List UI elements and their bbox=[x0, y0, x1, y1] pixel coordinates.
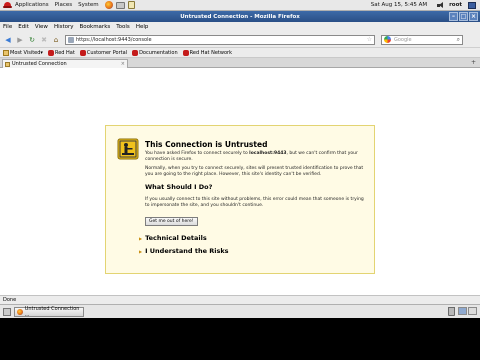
police-warning-icon bbox=[117, 138, 139, 160]
menu-edit[interactable]: Edit bbox=[18, 24, 29, 30]
network-icon[interactable] bbox=[468, 1, 476, 9]
bookmark-red-hat[interactable]: Red Hat bbox=[47, 49, 75, 56]
tab-untrusted-connection[interactable]: Untrusted Connection × bbox=[2, 59, 128, 68]
url-text[interactable]: https://localhost:9443/console bbox=[76, 37, 367, 43]
back-icon[interactable]: ◀ bbox=[3, 35, 13, 45]
understand-risks-expander[interactable]: ▶ I Understand the Risks bbox=[139, 247, 229, 255]
page-content: This Connection is Untrusted You have as… bbox=[0, 68, 480, 295]
get-me-out-button[interactable]: Get me out of here! bbox=[145, 217, 198, 226]
taskbar-firefox-window[interactable]: Untrusted Connection ... bbox=[14, 306, 84, 318]
redhat-icon bbox=[182, 49, 189, 56]
tab-label: Untrusted Connection bbox=[12, 61, 67, 67]
url-bar[interactable]: https://localhost:9443/console ☆ bbox=[65, 34, 375, 45]
workspace-pager bbox=[448, 307, 477, 316]
navigation-toolbar: ◀ ▶ ↻ ✖ ⌂ https://localhost:9443/console… bbox=[0, 32, 480, 48]
maximize-button[interactable]: □ bbox=[459, 12, 468, 21]
tab-close-icon[interactable]: × bbox=[121, 61, 125, 67]
panel-clock[interactable]: Sat Aug 15, 5:45 AM bbox=[371, 2, 427, 8]
panel-menu-applications[interactable]: Applications bbox=[15, 2, 49, 8]
redhat-icon bbox=[132, 49, 139, 56]
workspace-2[interactable] bbox=[468, 307, 477, 315]
search-icon[interactable]: ⌕ bbox=[457, 36, 460, 44]
window-title: Untrusted Connection - Mozilla Firefox bbox=[180, 13, 300, 20]
reload-icon[interactable]: ↻ bbox=[27, 35, 37, 45]
error-title: This Connection is Untrusted bbox=[145, 140, 268, 149]
gnome-top-panel: Applications Places System Sat Aug 15, 5… bbox=[0, 0, 480, 11]
search-input[interactable]: Google bbox=[394, 37, 457, 43]
bookmark-star-icon[interactable]: ☆ bbox=[367, 36, 372, 43]
error-host: localhost:9443 bbox=[249, 151, 287, 156]
bookmark-documentation[interactable]: Documentation bbox=[132, 49, 178, 56]
stop-icon[interactable]: ✖ bbox=[39, 35, 49, 45]
expand-triangle-icon: ▶ bbox=[139, 235, 143, 241]
show-desktop-icon[interactable] bbox=[3, 307, 11, 316]
volume-icon[interactable] bbox=[437, 1, 445, 9]
expand-triangle-icon: ▶ bbox=[139, 248, 143, 254]
minimize-button[interactable]: – bbox=[449, 12, 458, 21]
technical-details-expander[interactable]: ▶ Technical Details bbox=[139, 234, 207, 242]
bookmark-most-visited[interactable]: Most Visited▾ bbox=[3, 49, 43, 56]
panel-tray: Sat Aug 15, 5:45 AM root bbox=[371, 1, 480, 9]
window-titlebar[interactable]: Untrusted Connection - Mozilla Firefox –… bbox=[0, 11, 480, 22]
panel-menu-places[interactable]: Places bbox=[55, 2, 73, 8]
error-paragraph-2: Normally, when you try to connect secure… bbox=[145, 166, 364, 177]
bookmark-red-hat-network[interactable]: Red Hat Network bbox=[182, 49, 232, 56]
bookmarks-toolbar: Most Visited▾ Red Hat Customer Portal Do… bbox=[0, 48, 480, 58]
gnome-bottom-panel: Untrusted Connection ... bbox=[0, 304, 480, 318]
tab-strip: Untrusted Connection × + bbox=[0, 58, 480, 68]
menubar: File Edit View History Bookmarks Tools H… bbox=[0, 22, 480, 32]
google-engine-icon[interactable] bbox=[384, 36, 391, 43]
folder-icon bbox=[3, 49, 9, 56]
bookmark-customer-portal[interactable]: Customer Portal bbox=[79, 49, 127, 56]
status-bar: Done bbox=[0, 295, 480, 304]
error-box: This Connection is Untrusted You have as… bbox=[105, 125, 375, 274]
error-paragraph-1: You have asked Firefox to connect secure… bbox=[145, 151, 358, 162]
search-bar[interactable]: Google ⌕ bbox=[381, 34, 463, 45]
notes-launcher-icon[interactable] bbox=[127, 1, 135, 9]
panel-menu-system[interactable]: System bbox=[78, 2, 99, 8]
firefox-icon bbox=[17, 308, 23, 315]
menu-history[interactable]: History bbox=[54, 24, 74, 30]
menu-help[interactable]: Help bbox=[136, 24, 149, 30]
menu-tools[interactable]: Tools bbox=[116, 24, 130, 30]
new-tab-button[interactable]: + bbox=[471, 59, 476, 66]
firefox-launcher-icon[interactable] bbox=[104, 1, 113, 9]
menu-view[interactable]: View bbox=[35, 24, 48, 30]
panel-user[interactable]: root bbox=[449, 2, 462, 8]
window-controls: – □ × bbox=[448, 12, 478, 21]
redhat-logo-icon[interactable] bbox=[3, 1, 12, 9]
error-subheading: What Should I Do? bbox=[145, 183, 213, 191]
menu-bookmarks[interactable]: Bookmarks bbox=[80, 24, 111, 30]
workspace-1[interactable] bbox=[458, 307, 467, 315]
forward-icon[interactable]: ▶ bbox=[15, 35, 25, 45]
warning-favicon-icon bbox=[5, 61, 10, 67]
site-identity-icon[interactable] bbox=[68, 36, 74, 43]
mail-launcher-icon[interactable] bbox=[115, 1, 125, 9]
redhat-icon bbox=[79, 49, 86, 56]
trash-icon[interactable] bbox=[448, 307, 455, 316]
redhat-icon bbox=[47, 49, 54, 56]
error-paragraph-3: If you usually connect to this site with… bbox=[145, 197, 364, 208]
menu-file[interactable]: File bbox=[3, 24, 12, 30]
close-button[interactable]: × bbox=[469, 12, 478, 21]
home-icon[interactable]: ⌂ bbox=[51, 35, 61, 45]
